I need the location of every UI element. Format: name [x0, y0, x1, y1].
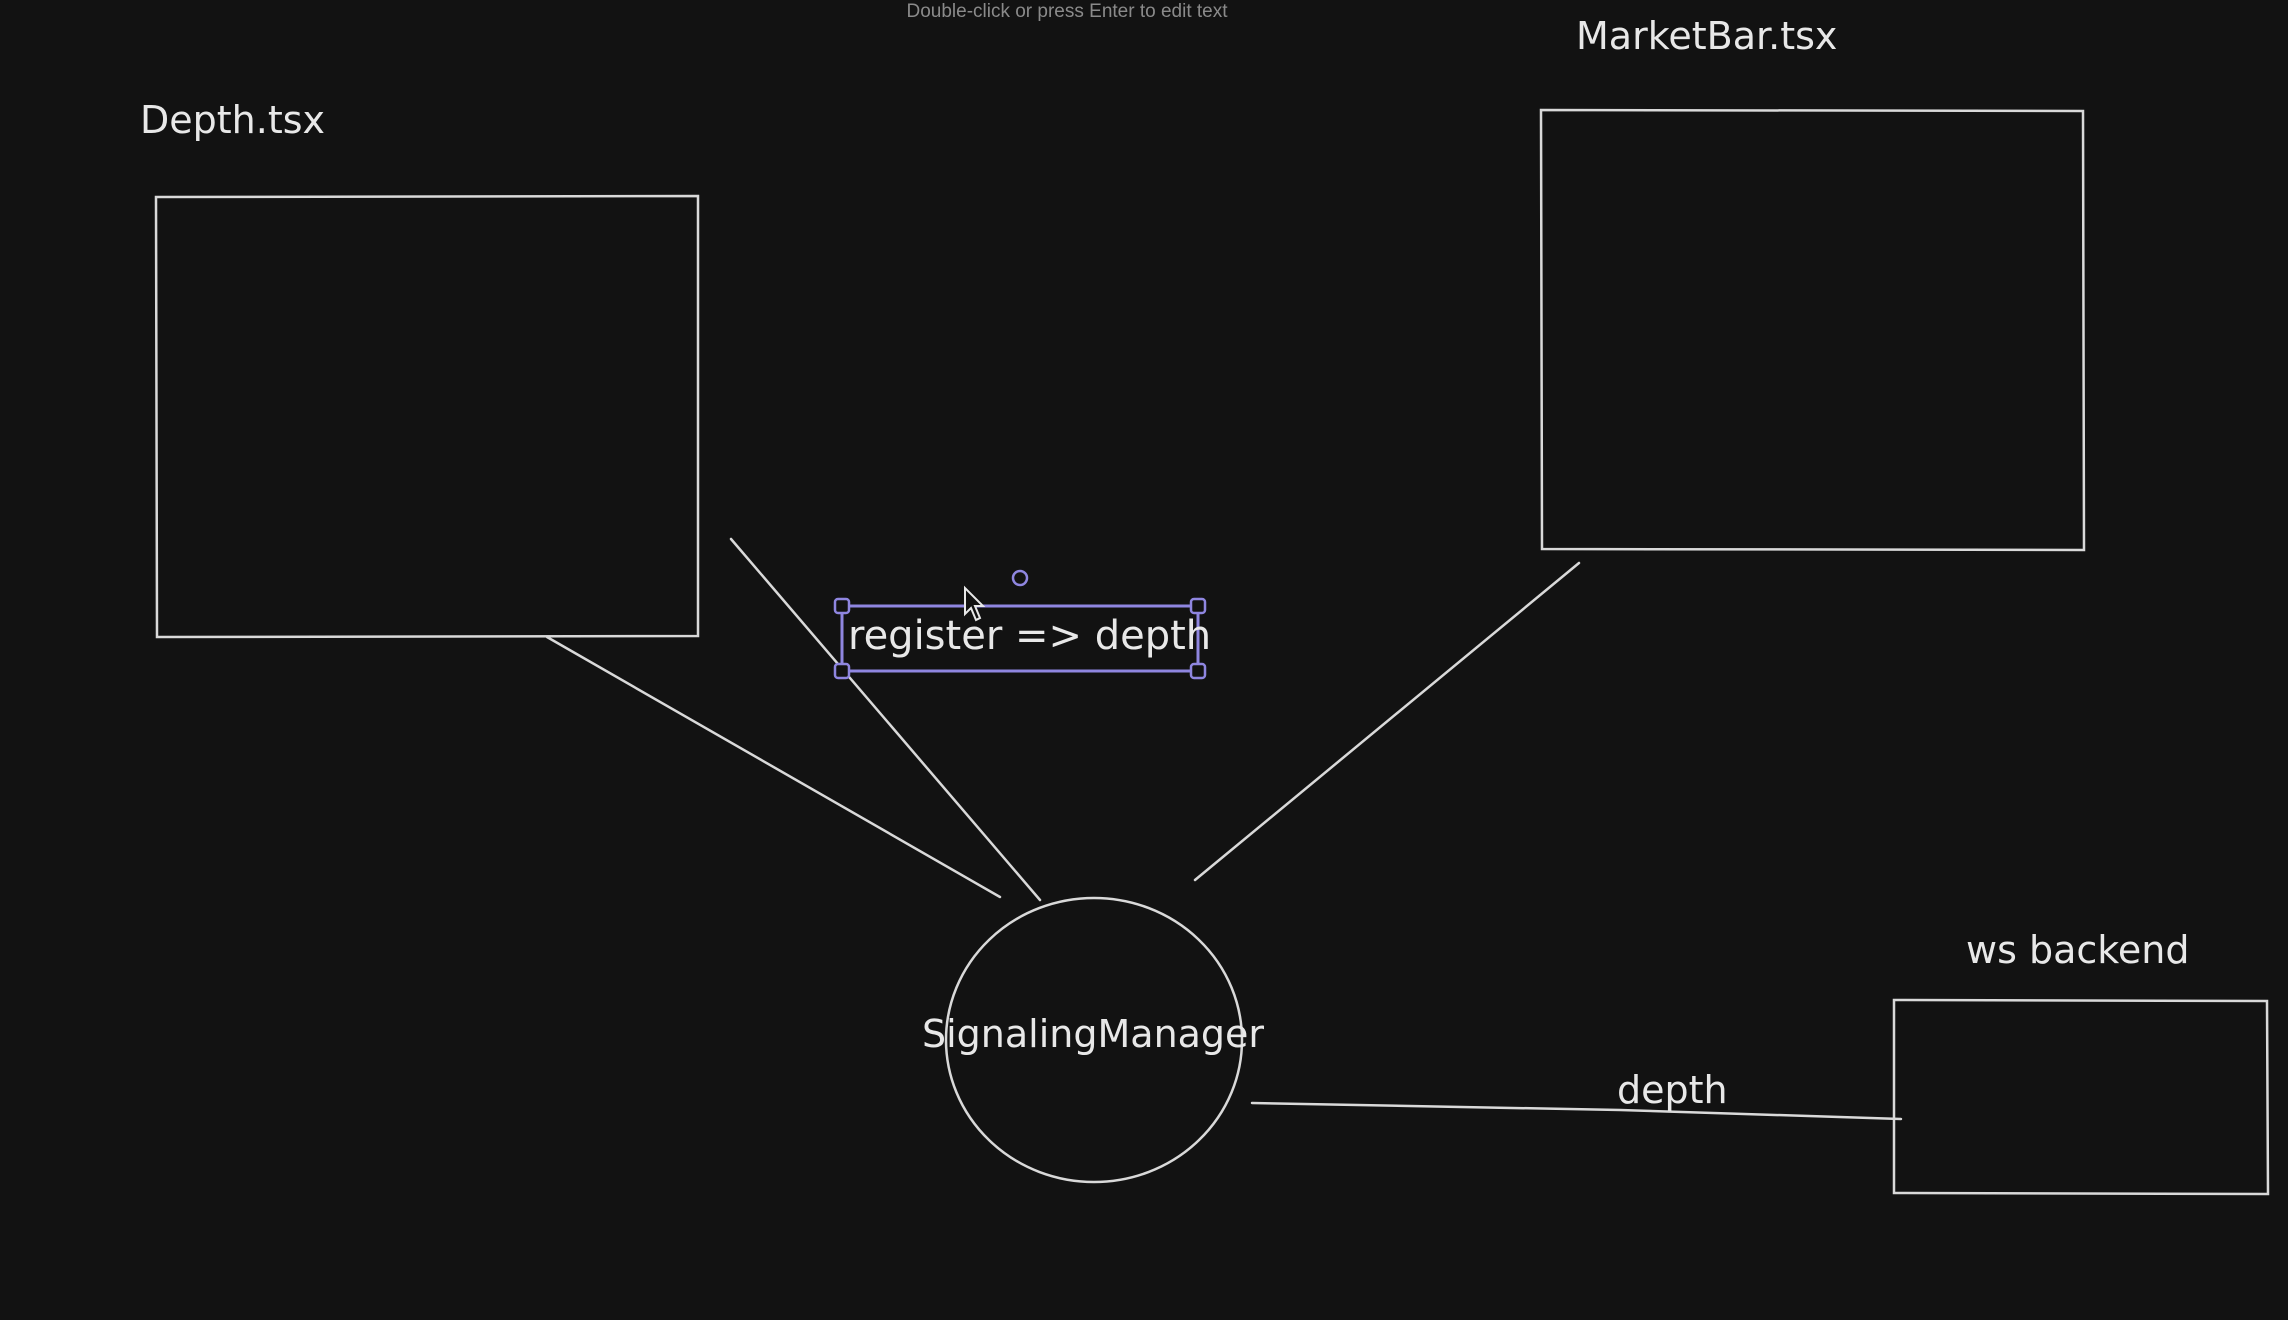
resize-handle-bottom-right[interactable]	[1189, 662, 1207, 680]
rotate-handle[interactable]	[1011, 569, 1029, 587]
marketbar-component-label: MarketBar.tsx	[1576, 14, 1838, 58]
signaling-manager-label: SignalingManager	[922, 1012, 1265, 1056]
depth-component-box[interactable]	[154, 194, 700, 639]
depth-component-label: Depth.tsx	[140, 98, 326, 142]
register-depth-edge-label[interactable]: register => depth	[848, 613, 1211, 659]
connector-marketbar-to-signaling[interactable]	[1193, 561, 1581, 882]
resize-handle-bottom-left[interactable]	[833, 662, 851, 680]
ws-backend-label: ws backend	[1966, 928, 2190, 972]
resize-handle-top-right[interactable]	[1189, 597, 1207, 615]
ws-backend-box[interactable]	[1892, 998, 2270, 1196]
connector-signaling-to-ws[interactable]	[1250, 1101, 1903, 1121]
connector-depth-to-signaling[interactable]	[545, 635, 1002, 899]
connector-register-depth[interactable]	[729, 537, 1042, 902]
whiteboard-canvas[interactable]	[0, 0, 2288, 1320]
marketbar-component-box[interactable]	[1539, 108, 2086, 552]
resize-handle-top-left[interactable]	[833, 597, 851, 615]
depth-edge-label: depth	[1617, 1068, 1728, 1112]
